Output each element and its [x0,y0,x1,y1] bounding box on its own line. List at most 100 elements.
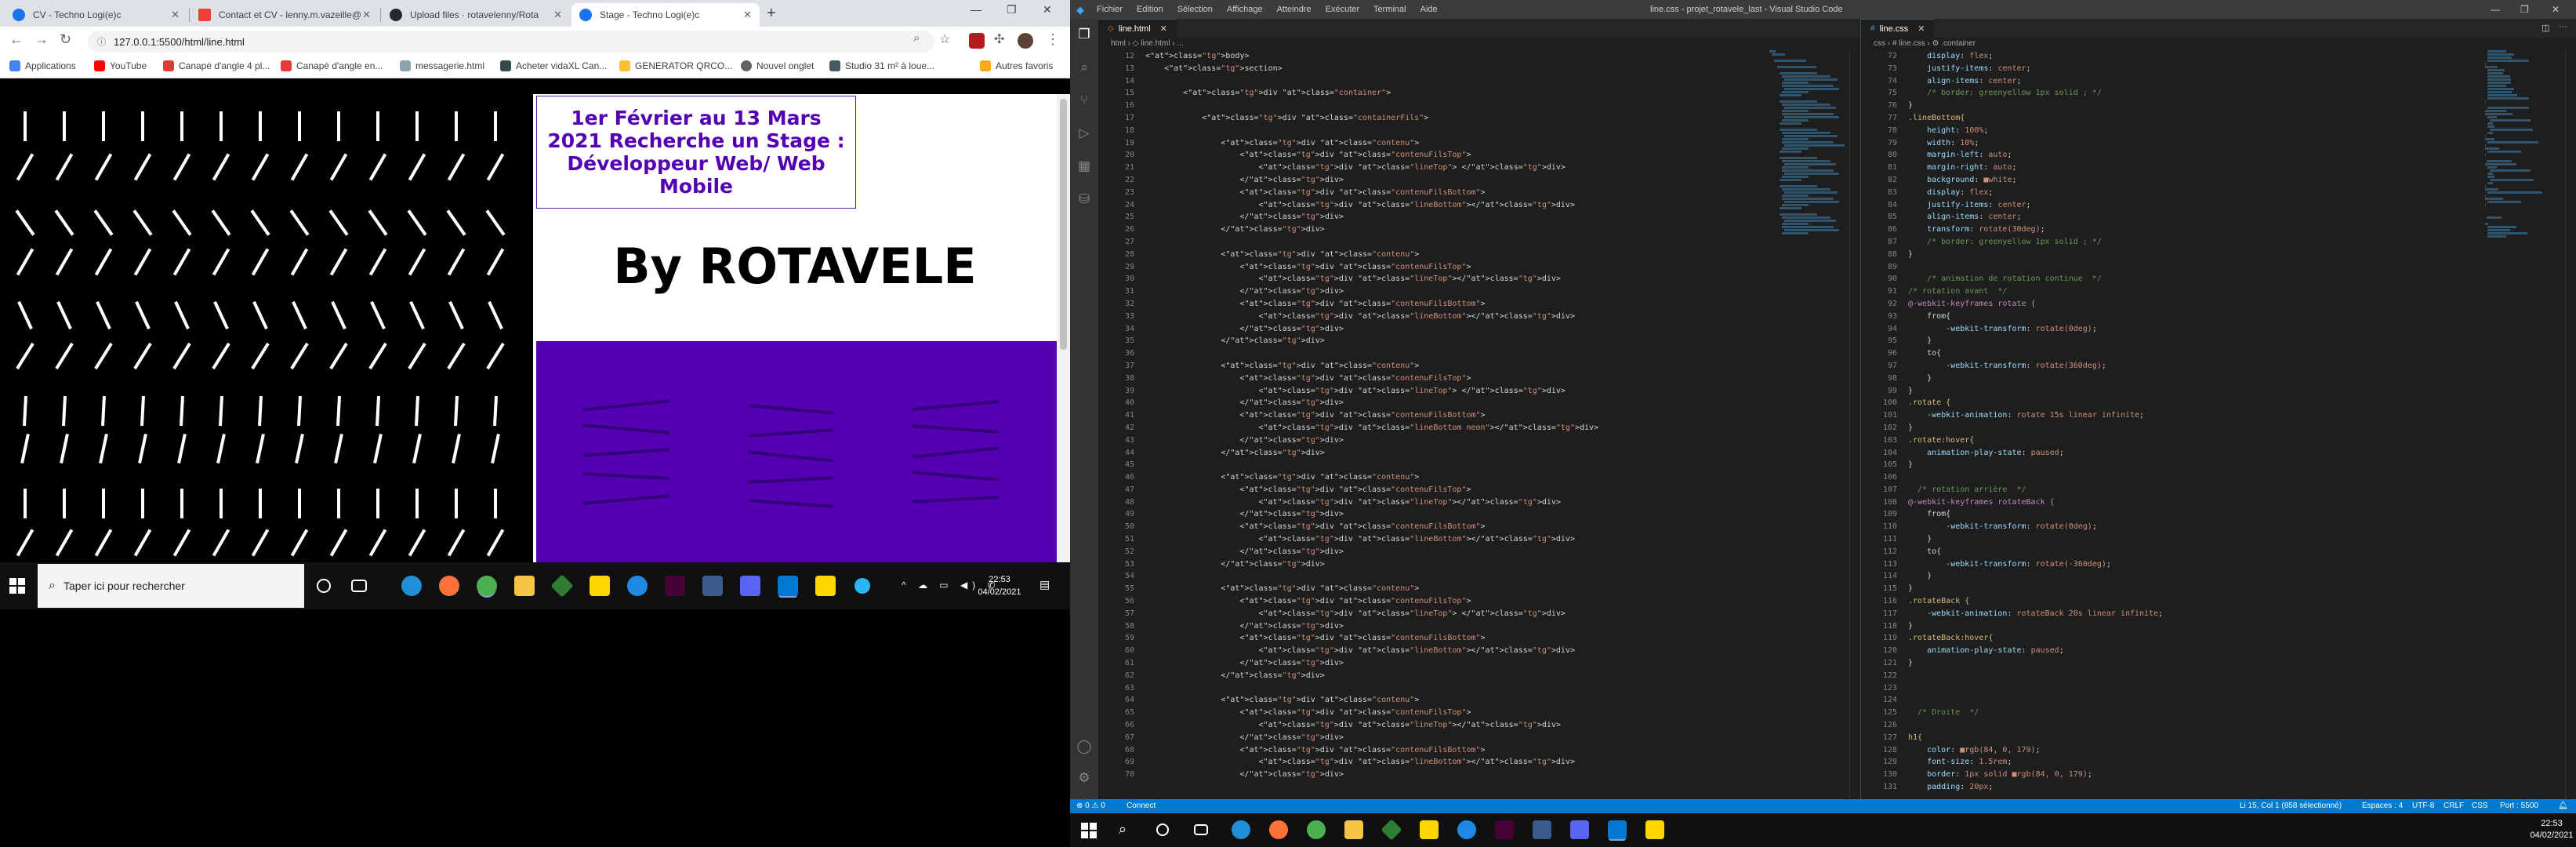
tab-line-html[interactable]: ◇ line.html ✕ [1098,19,1177,38]
code-line[interactable]: 38 <"at">class="tg">div "at">class="cont… [1098,373,1860,385]
code-line[interactable]: 76} [1861,100,2576,112]
gear-icon[interactable]: ⚙ [1076,770,1092,786]
code-line[interactable]: 28 <"at">class="tg">div "at">class="cont… [1098,249,1860,261]
code-line[interactable]: 84 justify-items: center; [1861,199,2576,212]
menu-item-selection[interactable]: Sélection [1177,5,1213,14]
code-line[interactable]: 106 [1861,471,2576,484]
taskbar-clock[interactable]: 22:53 04/02/2021 [972,573,1027,598]
remote-connect-status[interactable]: Connect [1127,799,1156,813]
code-line[interactable]: 19 <"at">class="tg">div "at">class="cont… [1098,137,1860,150]
discord-icon[interactable] [740,576,760,596]
forward-button[interactable]: → [34,31,49,48]
code-line[interactable]: 94 -webkit-transform: rotate(0deg); [1861,323,2576,336]
code-line[interactable]: 20 <"at">class="tg">div "at">class="cont… [1098,149,1860,162]
code-line[interactable]: 100 .rotate { [1861,397,2576,409]
code-line[interactable]: 58 </"at">class="tg">div> [1098,620,1860,633]
app-icon[interactable] [1457,820,1476,839]
menu-item-aide[interactable]: Aide [1420,5,1438,14]
code-line[interactable]: 31 </"at">class="tg">div> [1098,285,1860,298]
code-line[interactable]: 108 @-webkit-keyframes rotateBack { [1861,496,2576,509]
code-line[interactable]: 88} [1861,249,2576,261]
code-line[interactable]: 91 /* rotation avant */ [1861,285,2576,298]
code-line[interactable]: 112 to{ [1861,546,2576,558]
close-window-button[interactable]: ✕ [1043,3,1052,16]
code-line[interactable]: 74 align-items: center; [1861,75,2576,88]
code-line[interactable]: 46 <"at">class="tg">div "at">class="cont… [1098,471,1860,484]
code-line[interactable]: 118} [1861,620,2576,633]
code-line[interactable]: 62 </"at">class="tg">div> [1098,670,1860,682]
code-line[interactable]: 67 </"at">class="tg">div> [1098,732,1860,744]
menu-item-terminal[interactable]: Terminal [1373,5,1406,14]
browser-tab-github[interactable]: Upload files · rotavelenny/Rota ✕ [382,3,570,27]
taskbar-search-input[interactable]: ⌕ Taper ici pour rechercher [38,564,304,608]
code-line[interactable]: 113 -webkit-transform: rotate(-360deg); [1861,558,2576,571]
code-line[interactable]: 110 -webkit-transform: rotate(0deg); [1861,521,2576,533]
indentation-status[interactable]: Espaces : 4 [2362,799,2403,813]
file-explorer-icon[interactable] [1344,820,1363,839]
code-line[interactable]: 65 <"at">class="tg">div "at">class="cont… [1098,707,1860,719]
code-line[interactable]: 50 <"at">class="tg">div "at">class="cont… [1098,521,1860,533]
code-line[interactable]: 21 <"at">class="tg">div "at">class="line… [1098,162,1860,174]
discord-icon[interactable] [1570,820,1589,839]
search-icon[interactable]: ⌕ [1119,821,1127,838]
address-bar[interactable]: ⓘ 127.0.0.1:5500/html/line.html [88,31,934,53]
code-line[interactable]: 125 /* Droite */ [1861,707,2576,719]
encoding-status[interactable]: UTF-8 [2412,799,2434,813]
code-line[interactable]: 51 <"at">class="tg">div "at">class="line… [1098,533,1860,546]
chrome-icon[interactable] [477,576,497,596]
code-line[interactable]: 80 margin-left: auto; [1861,149,2576,162]
database-icon[interactable]: ⛁ [1076,191,1092,207]
code-line[interactable]: 41 <"at">class="tg">div "at">class="cont… [1098,409,1860,422]
source-control-icon[interactable]: ⑂ [1076,93,1092,108]
edge-icon[interactable] [401,576,422,596]
puzzle-icon[interactable]: ✣ [994,31,1004,47]
search-icon[interactable]: ⌕ [913,31,920,45]
code-line[interactable]: 12 <"at">class="tg">body> [1098,50,1860,63]
more-actions-icon[interactable]: ··· [2559,22,2567,31]
code-line[interactable]: 104 animation-play-state: paused; [1861,447,2576,460]
code-line[interactable]: 124 [1861,694,2576,707]
code-line[interactable]: 16 [1098,100,1860,112]
browser-tab-cv[interactable]: CV - Techno Logi(e)c ✕ [5,3,187,27]
code-line[interactable]: 27 [1098,236,1860,249]
code-line[interactable]: 99} [1861,385,2576,398]
code-line[interactable]: 128 color: ■rgb(84, 0, 179); [1861,744,2576,757]
code-line[interactable]: 122 [1861,670,2576,682]
code-line[interactable]: 103 .rotate:hover{ [1861,434,2576,447]
code-line[interactable]: 90 /* animation de rotation continue */ [1861,273,2576,285]
code-line[interactable]: 116 .rotateBack { [1861,595,2576,608]
star-icon[interactable]: ☆ [939,31,950,47]
notification-icon[interactable]: ▤ [1039,578,1050,591]
code-line[interactable]: 87 /* border: greenyellow 1px solid ; */ [1861,236,2576,249]
code-line[interactable]: 59 <"at">class="tg">div "at">class="cont… [1098,632,1860,645]
code-line[interactable]: 69 <"at">class="tg">div "at">class="line… [1098,756,1860,769]
cortana-icon[interactable] [1156,823,1169,836]
sticky-notes-icon[interactable] [1420,820,1439,839]
code-line[interactable]: 61 </"at">class="tg">div> [1098,657,1860,670]
menu-item-edition[interactable]: Edition [1137,5,1163,14]
eol-status[interactable]: CRLF [2444,799,2464,813]
breadcrumb[interactable]: html › ◇ line.html › ... [1098,38,1860,50]
chrome-icon[interactable] [1307,820,1326,839]
code-line[interactable]: 34 </"at">class="tg">div> [1098,323,1860,336]
new-tab-button[interactable]: + [767,5,776,23]
code-line[interactable]: 55 <"at">class="tg">div "at">class="cont… [1098,583,1860,595]
code-line[interactable]: 44 </"at">class="tg">div> [1098,447,1860,460]
vscode-icon[interactable] [778,576,798,596]
bookmark-canape-1[interactable]: Canapé d'angle 4 pl... [163,60,270,71]
close-icon[interactable]: ✕ [171,9,180,21]
bookmark-vidaxl[interactable]: Acheter vidaXL Can... [500,60,607,71]
windows-start-button[interactable] [9,578,25,594]
code-line[interactable]: 35 </"at">class="tg">div> [1098,335,1860,347]
bookmark-studio[interactable]: Studio 31 m² à loue... [829,60,934,71]
code-line[interactable]: 45 [1098,459,1860,471]
cortana-icon[interactable] [317,579,331,593]
code-line[interactable]: 53 </"at">class="tg">div> [1098,558,1860,571]
editor-css[interactable]: # line.css ✕ ◫ ··· css › # line.css › ⚙ … [1860,19,2576,799]
run-debug-icon[interactable]: ▷ [1076,125,1092,141]
code-line[interactable]: 22 </"at">class="tg">div> [1098,174,1860,187]
code-line[interactable]: 47 <"at">class="tg">div "at">class="cont… [1098,484,1860,496]
code-line[interactable]: 64 <"at">class="tg">div "at">class="cont… [1098,694,1860,707]
split-editor-icon[interactable]: ◫ [2542,23,2549,33]
page-scrollbar[interactable] [1057,94,1070,562]
